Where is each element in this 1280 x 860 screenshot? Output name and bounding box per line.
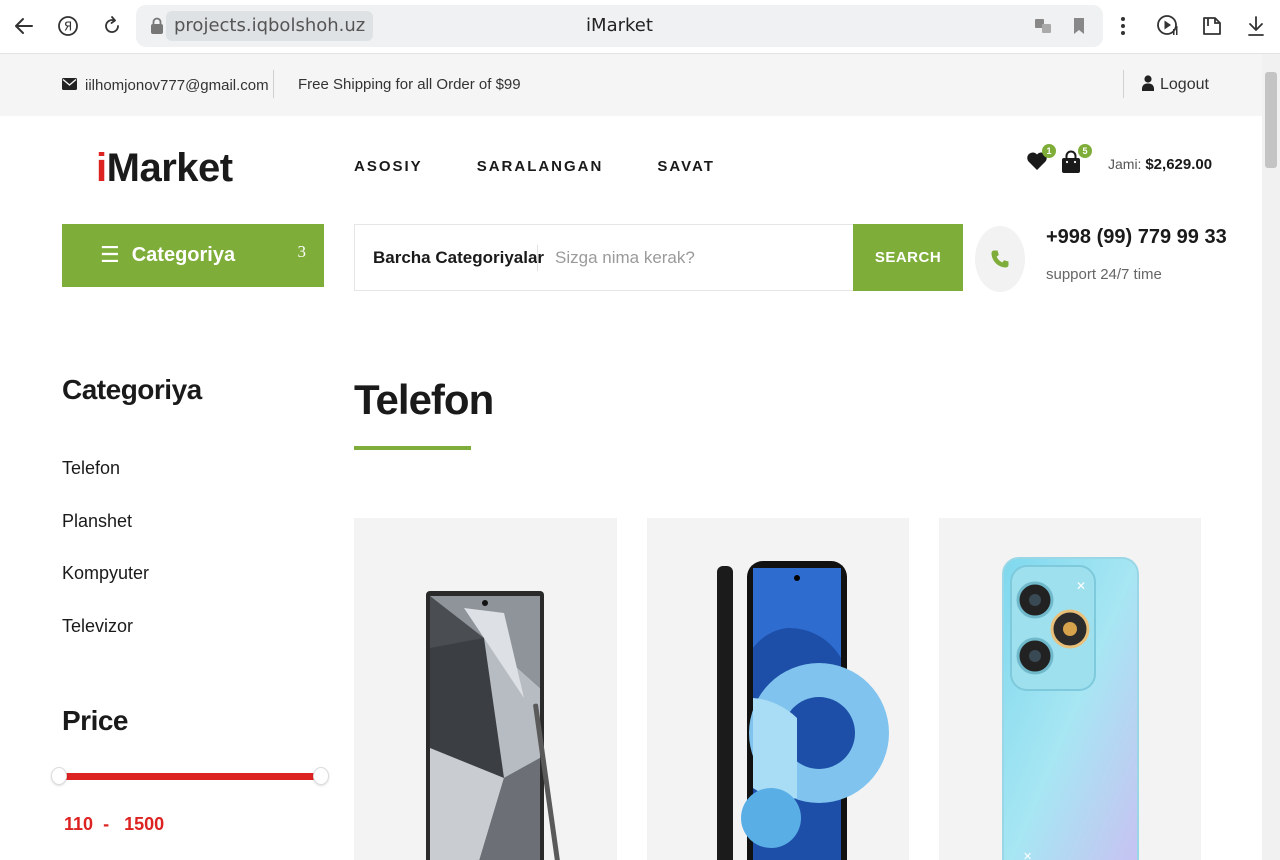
sidebar-item-planshet[interactable]: Planshet (62, 511, 149, 564)
category-menu-button[interactable]: ☰ Categoriya 3 (62, 224, 324, 287)
svg-text:✕: ✕ (1076, 579, 1086, 593)
logout-link[interactable]: Logout (1142, 54, 1209, 116)
topbar-divider (273, 70, 274, 98)
section-title-underline (354, 446, 471, 450)
cart-total-value: $2,629.00 (1145, 156, 1213, 173)
product-card[interactable] (647, 518, 909, 860)
shipping-notice: Free Shipping for all Order of $99 (298, 76, 521, 93)
sidebar-category-title: Categoriya (62, 374, 202, 405)
wishlist-button[interactable]: 1 (1026, 144, 1056, 178)
product-card[interactable] (354, 518, 617, 860)
translate-icon[interactable] (1031, 14, 1055, 38)
search-input[interactable] (555, 239, 845, 277)
top-info-bar: iilhomjonov777@gmail.com Free Shipping f… (0, 54, 1262, 116)
price-filter-title: Price (62, 705, 129, 736)
main-navigation: ASOSIY SARALANGAN SAVAT (354, 158, 715, 175)
logout-label: Logout (1160, 76, 1209, 93)
logo-text: Market (106, 146, 233, 190)
site-logo[interactable]: iMarket (96, 146, 233, 191)
nav-link-savat[interactable]: SAVAT (657, 158, 715, 175)
price-slider-track[interactable] (58, 773, 322, 780)
reload-icon[interactable] (99, 12, 125, 40)
user-icon (1142, 74, 1154, 96)
browser-toolbar: Я iMarket projects.iqbolshoh.uz (0, 0, 1280, 54)
cart-total: Jami: $2,629.00 (1108, 156, 1212, 173)
email-text: iilhomjonov777@gmail.com (85, 76, 269, 94)
phone-icon (991, 250, 1009, 268)
sidebar-item-kompyuter[interactable]: Kompyuter (62, 563, 149, 616)
envelope-icon (62, 77, 77, 94)
product-card[interactable]: ✕ ✕ (939, 518, 1201, 860)
more-menu-icon[interactable] (1110, 12, 1136, 40)
logo-accent-letter: i (96, 146, 107, 190)
svg-text:✕: ✕ (1023, 850, 1032, 860)
price-slider-min-handle[interactable] (51, 767, 67, 785)
search-category-select[interactable]: Barcha Categoriyalar (373, 225, 544, 290)
collections-icon[interactable] (1199, 12, 1225, 40)
bookmark-icon[interactable] (1067, 14, 1091, 38)
phone-icon-circle (975, 226, 1025, 292)
price-max-value: 1500 (124, 814, 165, 834)
product-image-cyan-phone: ✕ ✕ (1002, 557, 1139, 860)
price-slider-max-handle[interactable] (313, 767, 329, 785)
page-scrollbar[interactable] (1262, 54, 1280, 860)
yandex-icon[interactable]: Я (55, 12, 81, 40)
sidebar-category-list: Telefon Planshet Kompyuter Televizor (62, 458, 149, 669)
address-bar[interactable]: iMarket projects.iqbolshoh.uz (136, 5, 1103, 47)
product-image-samsung-phone (426, 591, 560, 860)
sidebar-item-televizor[interactable]: Televizor (62, 616, 149, 669)
url-text[interactable]: projects.iqbolshoh.uz (166, 11, 374, 41)
scrollbar-thumb[interactable] (1265, 72, 1277, 168)
price-range-values: 110 - 1500 (64, 814, 164, 835)
wishlist-count-badge: 1 (1042, 144, 1056, 158)
cart-total-label: Jami: (1108, 156, 1142, 172)
sidebar-item-telefon[interactable]: Telefon (62, 458, 149, 511)
price-min-value: 110 (64, 814, 94, 834)
nav-link-asosiy[interactable]: ASOSIY (354, 158, 423, 175)
section-title: Telefon (354, 376, 494, 423)
support-hours-text: support 24/7 time (1046, 266, 1162, 283)
category-button-label: Categoriya (131, 244, 236, 266)
cart-count-badge: 5 (1078, 144, 1092, 158)
product-image-blue-phone (717, 561, 889, 860)
contact-email: iilhomjonov777@gmail.com (62, 54, 269, 116)
search-separator (537, 245, 538, 271)
hamburger-menu-icon: ☰ (100, 243, 120, 268)
media-play-icon[interactable] (1155, 12, 1181, 40)
topbar-divider (1123, 70, 1124, 98)
svg-text:Я: Я (64, 20, 72, 34)
search-button[interactable]: SEARCH (853, 224, 963, 291)
price-range-separator: - (103, 814, 110, 834)
search-form: Barcha Categoriyalar SEARCH (354, 224, 963, 291)
download-icon[interactable] (1243, 12, 1269, 40)
cart-button[interactable]: 5 (1060, 144, 1092, 178)
back-arrow-icon[interactable] (11, 12, 37, 40)
nav-link-saralangan[interactable]: SARALANGAN (477, 158, 604, 175)
category-count: 3 (297, 242, 307, 261)
contact-phone-number: +998 (99) 779 99 33 (1046, 226, 1227, 248)
